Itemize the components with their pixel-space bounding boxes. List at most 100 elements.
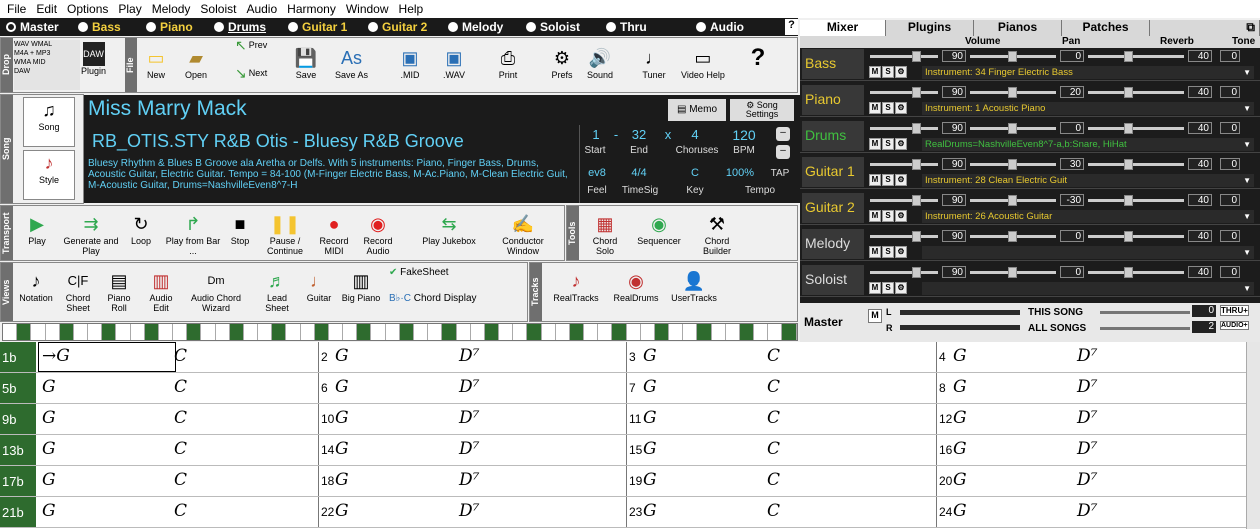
pan-knob[interactable] — [1008, 123, 1017, 134]
chord-cell[interactable]: G — [953, 346, 967, 366]
instrument-select[interactable]: ▼ — [922, 246, 1254, 259]
track-radio-guitar-2[interactable]: Guitar 2 — [362, 18, 442, 36]
chord-bar[interactable]: 8 G D⁷ — [936, 373, 1244, 403]
chord-cell[interactable]: G — [335, 501, 349, 521]
volume-slider[interactable] — [870, 235, 938, 238]
tab-plugins[interactable]: Plugins — [886, 20, 974, 36]
volume-slider[interactable] — [870, 55, 938, 58]
tone-value[interactable]: 0 — [1220, 158, 1240, 170]
pan-knob[interactable] — [1008, 51, 1017, 62]
volume-value[interactable]: 90 — [942, 230, 966, 242]
chord-cell[interactable]: G — [953, 439, 967, 459]
tempo-down-button[interactable]: – — [776, 145, 790, 159]
reverb-knob[interactable] — [1124, 267, 1133, 278]
chord-cell[interactable]: G — [953, 377, 967, 397]
next-button[interactable]: ↘ Next — [235, 66, 267, 80]
volume-value[interactable]: 90 — [942, 266, 966, 278]
record-midi-button[interactable]: ● Record MIDI — [313, 212, 355, 256]
piano-key[interactable] — [201, 324, 216, 340]
play-button[interactable]: ▶ Play — [17, 212, 57, 246]
chord-cell[interactable]: G — [335, 408, 349, 428]
reverb-slider[interactable] — [1088, 163, 1184, 166]
mute-button[interactable]: M — [869, 210, 881, 222]
mute-button[interactable]: M — [869, 66, 881, 78]
piano-key[interactable] — [471, 324, 485, 340]
chord-cell[interactable]: C — [174, 470, 187, 490]
style-title[interactable]: RB_OTIS.STY R&B Otis - Bluesy R&B Groove — [92, 131, 464, 152]
piano-key[interactable] — [598, 324, 613, 340]
piano-key[interactable] — [343, 324, 358, 340]
piano-key[interactable] — [159, 324, 174, 340]
piano-key[interactable] — [371, 324, 386, 340]
settings-button[interactable]: ⚙ — [895, 210, 907, 222]
chord-bar[interactable]: 4 G D⁷ — [936, 342, 1244, 372]
piano-key[interactable] — [386, 324, 400, 340]
piano-key[interactable] — [102, 324, 117, 340]
chord-cell[interactable]: G — [42, 439, 56, 459]
track-radio-master[interactable]: Master — [0, 18, 72, 36]
chord-cell[interactable]: G — [42, 470, 56, 490]
memo-button[interactable]: ▤ Memo — [668, 99, 726, 121]
piano-key[interactable] — [428, 324, 443, 340]
piano-key[interactable] — [697, 324, 712, 340]
tempo-percent[interactable]: 100% — [720, 167, 760, 179]
chord-builder-button[interactable]: ⚒ Chord Builder — [691, 212, 743, 256]
track-radio-drums[interactable]: Drums — [208, 18, 282, 36]
chord-cell[interactable]: C — [767, 377, 780, 397]
reverb-slider[interactable] — [1088, 199, 1184, 202]
volume-knob[interactable] — [912, 195, 921, 206]
realtracks-button[interactable]: ♪ RealTracks — [548, 269, 604, 303]
piano-key[interactable] — [173, 324, 188, 340]
chord-sheet-scrollbar[interactable] — [1246, 342, 1260, 529]
chord-cell[interactable]: G — [643, 470, 657, 490]
track-radio-thru[interactable]: Thru — [600, 18, 690, 36]
volume-knob[interactable] — [912, 123, 921, 134]
chord-solo-button[interactable]: ▦ Chord Solo — [583, 212, 627, 256]
record-audio-button[interactable]: ◉ Record Audio — [357, 212, 399, 256]
instrument-select[interactable]: ▼ — [922, 282, 1254, 295]
track-radio-soloist[interactable]: Soloist — [520, 18, 600, 36]
menu-item-help[interactable]: Help — [394, 2, 429, 16]
pan-value[interactable]: 0 — [1060, 266, 1084, 278]
chord-cell[interactable]: C — [767, 439, 780, 459]
pan-knob[interactable] — [1008, 231, 1017, 242]
reverb-slider[interactable] — [1088, 91, 1184, 94]
pan-value[interactable]: 0 — [1060, 230, 1084, 242]
feel-value[interactable]: ev8 — [582, 167, 612, 179]
help-button[interactable]: ? — [785, 19, 798, 35]
guitar-button[interactable]: ♩ Guitar — [299, 269, 339, 303]
mute-button[interactable]: M — [869, 102, 881, 114]
piano-key[interactable] — [216, 324, 230, 340]
tone-value[interactable]: 0 — [1220, 122, 1240, 134]
chord-cell[interactable]: D⁷ — [1077, 346, 1097, 366]
chord-cell[interactable]: C — [767, 501, 780, 521]
piano-key[interactable] — [244, 324, 259, 340]
reverb-knob[interactable] — [1124, 231, 1133, 242]
pan-knob[interactable] — [1008, 159, 1017, 170]
chord-cell[interactable]: D⁷ — [1077, 377, 1097, 397]
chord-cell[interactable]: C — [174, 439, 187, 459]
tone-value[interactable]: 0 — [1220, 230, 1240, 242]
piano-key[interactable] — [499, 324, 514, 340]
pause-button[interactable]: ❚❚ Pause / Continue — [259, 212, 311, 256]
chord-cell[interactable]: C — [767, 470, 780, 490]
realdrums-button[interactable]: ◉ RealDrums — [608, 269, 664, 303]
loop-button[interactable]: ↻ Loop — [121, 212, 161, 246]
piano-key[interactable] — [457, 324, 471, 340]
notation-button[interactable]: ♪ Notation — [15, 269, 57, 303]
solo-button[interactable]: S — [882, 102, 894, 114]
piano-key[interactable] — [357, 324, 372, 340]
piano-key[interactable] — [258, 324, 273, 340]
chord-cell[interactable]: G — [643, 346, 657, 366]
this-song-value[interactable]: 0 — [1192, 305, 1216, 317]
chord-cell[interactable]: D⁷ — [459, 470, 479, 490]
mute-button[interactable]: M — [869, 138, 881, 150]
reverb-value[interactable]: 40 — [1188, 122, 1212, 134]
chord-bar[interactable]: 23 G C — [626, 497, 936, 527]
settings-button[interactable]: ⚙ — [895, 66, 907, 78]
menu-item-edit[interactable]: Edit — [31, 2, 62, 16]
reverb-knob[interactable] — [1124, 87, 1133, 98]
chord-sheet-button[interactable]: C|F Chord Sheet — [59, 269, 97, 313]
piano-key[interactable] — [683, 324, 698, 340]
help-big-button[interactable]: ? — [745, 46, 771, 70]
